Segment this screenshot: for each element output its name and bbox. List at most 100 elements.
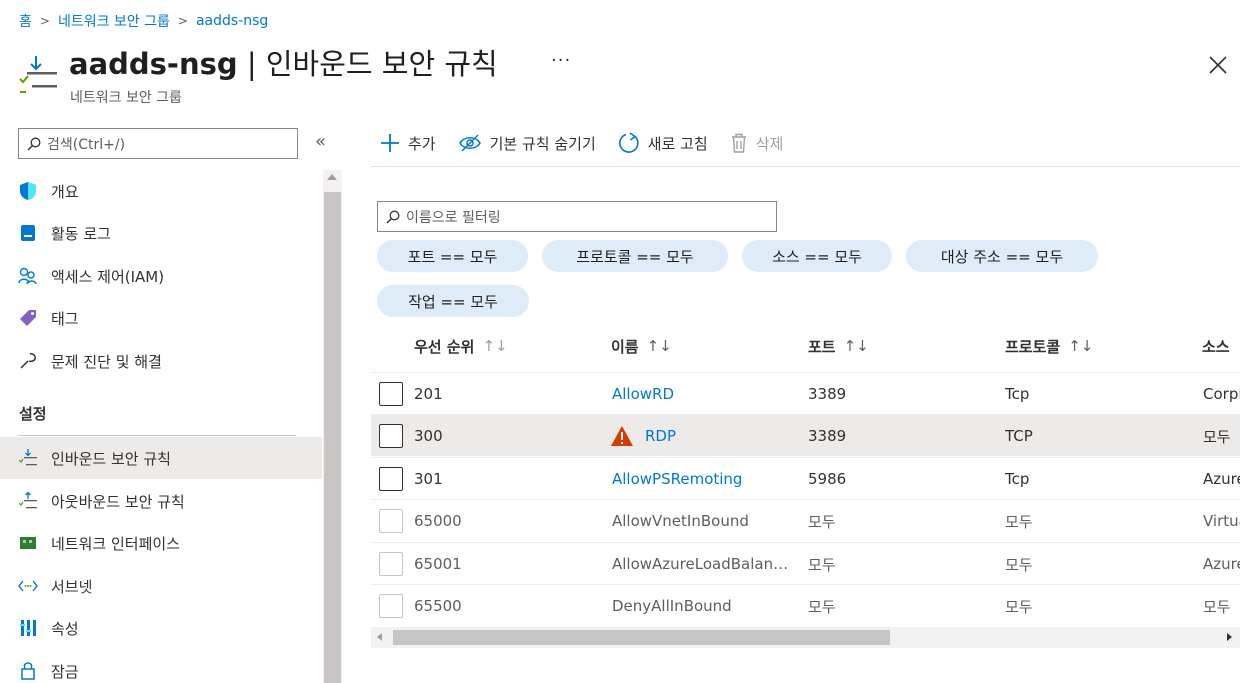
sidebar-item-subnets[interactable]: 서브넷 <box>0 565 322 607</box>
name-filter-input[interactable]: 이름으로 필터링 <box>377 201 777 232</box>
inbound-rules-icon <box>19 56 57 93</box>
filter-pill-source[interactable]: 소스 == 모두 <box>742 240 892 272</box>
rule-name-link[interactable]: AllowRD <box>612 373 674 415</box>
column-header-port[interactable]: 포트 ↑↓ <box>808 333 869 359</box>
cell-port: 모두 <box>808 512 836 531</box>
table-row[interactable]: 300 RDP 3389 TCP 모두 <box>371 414 1240 456</box>
cell-name: DenyAllInBound <box>612 597 732 615</box>
toolbar-divider <box>371 166 1240 167</box>
table-row[interactable]: 201 AllowRD 3389 Tcp CorpNetSaw <box>371 372 1240 414</box>
cell-name: AllowVnetInBound <box>612 512 749 530</box>
page-title: aadds-nsg | 인바운드 보안 규칙 <box>69 47 498 81</box>
table-row[interactable]: 65000 AllowVnetInBound 모두 모두 VirtualNetw… <box>371 499 1240 541</box>
cell-protocol: 모두 <box>1005 555 1033 574</box>
wrench-icon <box>18 351 38 371</box>
add-button[interactable]: 추가 <box>380 133 436 154</box>
sidebar-item-tags[interactable]: 태그 <box>0 297 322 339</box>
chevron-right-icon: > <box>39 14 50 28</box>
cell-priority: 201 <box>414 385 443 403</box>
sidebar-item-inbound-rules[interactable]: 인바운드 보안 규칙 <box>0 437 322 479</box>
column-header-protocol[interactable]: 프로토콜 ↑↓ <box>1005 333 1093 359</box>
cell-source: CorpNetSaw <box>1203 385 1240 403</box>
inbound-rules-icon <box>18 448 38 468</box>
filter-pill-action[interactable]: 작업 == 모두 <box>377 285 529 317</box>
column-header-name[interactable]: 이름 ↑↓ <box>611 333 672 359</box>
sidebar-item-network-interfaces[interactable]: 네트워크 인터페이스 <box>0 522 322 564</box>
filter-pill-port[interactable]: 포트 == 모두 <box>377 240 528 272</box>
tag-icon <box>18 308 38 328</box>
delete-button[interactable]: 삭제 <box>730 133 784 154</box>
cell-port: 모두 <box>808 555 836 574</box>
search-icon <box>386 210 400 223</box>
collapse-sidebar-button[interactable]: « <box>315 131 326 152</box>
hide-default-rules-button[interactable]: 기본 규칙 숨기기 <box>458 133 596 154</box>
column-header-source[interactable]: 소스 <box>1202 333 1240 359</box>
breadcrumb: 홈 > 네트워크 보안 그룹 > aadds-nsg <box>19 10 268 32</box>
sidebar-item-label: 활동 로그 <box>51 224 111 243</box>
cell-port: 3389 <box>808 427 847 445</box>
refresh-icon <box>618 132 639 153</box>
more-options-button[interactable]: ··· <box>551 50 571 71</box>
table-row[interactable]: 65500 DenyAllInBound 모두 모두 모두 <box>371 584 1240 626</box>
row-checkbox <box>379 552 403 576</box>
cell-protocol: TCP <box>1005 427 1033 445</box>
people-icon <box>18 266 38 286</box>
table-row[interactable]: 65001 AllowAzureLoadBalan… 모두 모두 AzureLo… <box>371 542 1240 584</box>
filter-pill-protocol[interactable]: 프로토콜 == 모두 <box>542 240 728 272</box>
sidebar-scrollbar[interactable] <box>323 170 342 683</box>
refresh-label: 새로 고침 <box>647 134 708 153</box>
cell-priority: 65000 <box>414 512 462 530</box>
sidebar-search-input[interactable]: 검색(Ctrl+/) <box>18 128 298 159</box>
rule-name-link[interactable]: RDP <box>645 415 676 457</box>
delete-label: 삭제 <box>755 134 784 153</box>
command-bar: 추가 기본 규칙 숨기기 새로 고침 삭제 <box>380 130 783 156</box>
cell-protocol: Tcp <box>1005 470 1030 488</box>
lock-icon <box>18 661 38 681</box>
cell-source: 모두 <box>1203 427 1231 446</box>
sidebar-item-label: 아웃바운드 보안 규칙 <box>51 492 185 511</box>
table-row[interactable]: 301 AllowPSRemoting 5986 Tcp AzureActive… <box>371 457 1240 499</box>
breadcrumb-resource[interactable]: aadds-nsg <box>196 13 268 29</box>
sort-icon: ↑↓ <box>843 337 869 355</box>
subnet-icon <box>18 576 38 596</box>
sort-icon: ↑↓ <box>1068 337 1094 355</box>
cell-protocol: 모두 <box>1005 597 1033 616</box>
row-checkbox <box>379 509 403 533</box>
breadcrumb-home[interactable]: 홈 <box>19 11 32 31</box>
row-checkbox[interactable] <box>379 467 403 491</box>
cell-source: AzureActiveDirectoryDomainServices <box>1203 470 1240 488</box>
sidebar-item-overview[interactable]: 개요 <box>0 170 322 212</box>
plus-icon <box>381 134 399 152</box>
breadcrumb-nsg[interactable]: 네트워크 보안 그룹 <box>58 11 170 31</box>
sidebar-item-label: 잠금 <box>51 662 79 681</box>
refresh-button[interactable]: 새로 고침 <box>618 132 708 154</box>
page-subtitle: 네트워크 보안 그룹 <box>70 90 182 106</box>
cell-priority: 65500 <box>414 597 462 615</box>
sidebar-item-locks[interactable]: 잠금 <box>0 650 322 683</box>
sidebar-item-diagnose[interactable]: 문제 진단 및 해결 <box>0 340 322 382</box>
sidebar-item-label: 개요 <box>51 182 79 201</box>
shield-icon <box>18 181 38 201</box>
column-header-priority[interactable]: 우선 순위 ↑↓ <box>414 333 508 359</box>
sidebar-section-settings: 설정 <box>19 405 47 423</box>
cell-source: 모두 <box>1203 597 1231 616</box>
hide-default-label: 기본 규칙 숨기기 <box>489 134 596 153</box>
filter-pill-destination[interactable]: 대상 주소 == 모두 <box>906 240 1098 272</box>
sidebar-item-properties[interactable]: 속성 <box>0 607 322 649</box>
sidebar-item-outbound-rules[interactable]: 아웃바운드 보안 규칙 <box>0 480 322 522</box>
sidebar-item-activity-log[interactable]: 활동 로그 <box>0 212 322 254</box>
sidebar-item-label: 네트워크 인터페이스 <box>51 534 180 553</box>
cell-priority: 300 <box>414 427 443 445</box>
row-checkbox[interactable] <box>379 424 403 448</box>
search-placeholder: 검색(Ctrl+/) <box>47 136 126 153</box>
close-icon[interactable] <box>1207 54 1229 76</box>
outbound-rules-icon <box>18 491 38 511</box>
warning-icon <box>611 426 633 446</box>
sidebar-item-label: 속성 <box>51 619 79 638</box>
rule-name-link[interactable]: AllowPSRemoting <box>612 458 742 500</box>
sidebar-item-iam[interactable]: 액세스 제어(IAM) <box>0 255 322 297</box>
sidebar-item-label: 태그 <box>51 309 79 328</box>
cell-port: 모두 <box>808 597 836 616</box>
table-horizontal-scrollbar[interactable] <box>371 627 1240 648</box>
row-checkbox[interactable] <box>379 382 403 406</box>
